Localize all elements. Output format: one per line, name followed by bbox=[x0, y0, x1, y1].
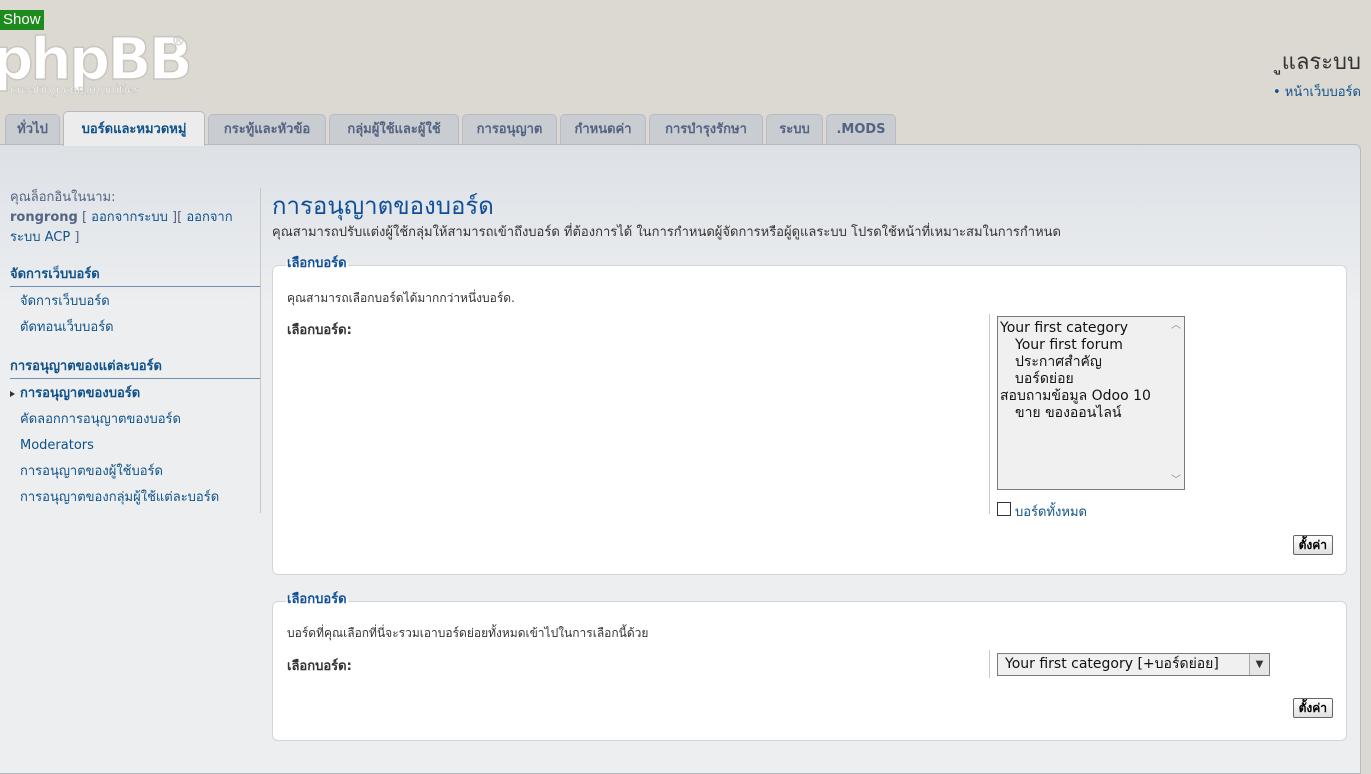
tab-permissions[interactable]: การอนุญาต bbox=[462, 114, 557, 144]
tab-maintenance[interactable]: การบำรุงรักษา bbox=[649, 114, 763, 144]
select-forum-label: เลือกบอร์ด: bbox=[287, 323, 352, 338]
menu-section-forum-permissions: การอนุญาตของแต่ละบอร์ด bbox=[10, 355, 260, 379]
board-index-link[interactable]: • หน้าเว็บบอร์ด bbox=[1273, 81, 1361, 102]
fieldset-explain: คุณสามารถเลือกบอร์ดได้มากกว่าหนึ่งบอร์ด. bbox=[287, 291, 515, 305]
all-forums-checkbox[interactable] bbox=[997, 501, 1011, 516]
select-forums-fieldset: เลือกบอร์ด คุณสามารถเลือกบอร์ดได้มากกว่า… bbox=[272, 252, 1347, 575]
phpbb-logo[interactable]: phpBB creating communities ® bbox=[0, 27, 200, 99]
forum-multiselect[interactable]: Your first category Your first forum ประ… bbox=[997, 316, 1185, 490]
menu-item-user-forum-permissions[interactable]: การอนุญาตของผู้ใช้บอร์ด bbox=[10, 459, 260, 485]
listbox-scrollbar[interactable]: ︿ ﹀ bbox=[1167, 317, 1184, 489]
forum-select-value: Your first category [+บอร์ดย่อย] bbox=[1005, 656, 1219, 672]
chevron-down-icon[interactable]: ▼ bbox=[1249, 654, 1269, 675]
header: ูแลระบบ • หน้าเว็บบอร์ด bbox=[1273, 44, 1361, 102]
forum-option[interactable]: ประกาศสำคัญ bbox=[998, 354, 1184, 371]
username: rongrong bbox=[10, 210, 78, 225]
menu-item-copy-forum-permissions[interactable]: คัดลอกการอนุญาตของบอร์ด bbox=[10, 407, 260, 433]
select-forum-subforums-fieldset: เลือกบอร์ด บอร์ดที่คุณเลือกที่นี่จะรวมเอ… bbox=[272, 588, 1347, 741]
select-forum-label: เลือกบอร์ด: bbox=[287, 659, 352, 674]
page-title: การอนุญาตของบอร์ด bbox=[272, 192, 494, 220]
tab-mods[interactable]: .MODS bbox=[826, 114, 896, 144]
forum-select[interactable]: Your first category [+บอร์ดย่อย] ▼ bbox=[997, 653, 1270, 676]
forum-option[interactable]: Your first forum bbox=[998, 337, 1184, 354]
sidebar-divider bbox=[260, 188, 261, 513]
logo-registered: ® bbox=[172, 34, 185, 49]
all-forums-label[interactable]: บอร์ดทั้งหมด bbox=[1015, 505, 1087, 520]
acp-title: ูแลระบบ bbox=[1281, 50, 1361, 75]
field-divider bbox=[989, 314, 990, 514]
field-divider bbox=[989, 650, 990, 678]
scroll-up-icon[interactable]: ︿ bbox=[1171, 321, 1181, 331]
menu-item-prune-forums[interactable]: ตัดทอนเว็บบอร์ด bbox=[10, 315, 260, 341]
all-forums-row: บอร์ดทั้งหมด bbox=[997, 498, 1087, 520]
menu-item-group-forum-permissions[interactable]: การอนุญาตของกลุ่มผู้ใช้แต่ละบอร์ด bbox=[10, 485, 260, 511]
forum-option[interactable]: ขาย ของออนไลน์ bbox=[998, 405, 1184, 422]
menu-item-manage-forums[interactable]: จัดการเว็บบอร์ด bbox=[10, 289, 260, 315]
tab-settings[interactable]: กำหนดค่า bbox=[560, 114, 646, 144]
page-description: คุณสามารถปรับแต่งผู้ใช้กลุ่มให้สามารถเข้… bbox=[272, 225, 1061, 240]
scroll-down-icon[interactable]: ﹀ bbox=[1171, 476, 1181, 486]
submit-button[interactable]: ตั้งค่า bbox=[1292, 535, 1333, 555]
tab-forums[interactable]: บอร์ดและหมวดหมู่ bbox=[63, 111, 205, 146]
submit-button[interactable]: ตั้งค่า bbox=[1292, 698, 1333, 718]
fieldset-legend: เลือกบอร์ด bbox=[286, 252, 348, 273]
tab-general[interactable]: ทั่วไป bbox=[5, 114, 60, 144]
login-info: คุณล็อกอินในนาม: rongrong [ ออกจากระบบ ]… bbox=[10, 188, 260, 248]
fieldset-legend: เลือกบอร์ด bbox=[286, 588, 348, 609]
logged-in-label: คุณล็อกอินในนาม: bbox=[10, 190, 116, 205]
fieldset-explain: บอร์ดที่คุณเลือกที่นี่จะรวมเอาบอร์ดย่อยท… bbox=[287, 626, 649, 640]
menu-section-manage-forums: จัดการเว็บบอร์ด bbox=[10, 263, 260, 287]
logo-tagline: creating communities bbox=[10, 83, 141, 97]
logout-link[interactable]: ออกจากระบบ bbox=[91, 210, 168, 225]
forum-option[interactable]: สอบถามข้อมูล Odoo 10 bbox=[998, 388, 1184, 405]
forum-option[interactable]: บอร์ดย่อย bbox=[998, 371, 1184, 388]
tab-posting[interactable]: กระทู้และหัวข้อ bbox=[208, 114, 326, 144]
sidebar: คุณล็อกอินในนาม: rongrong [ ออกจากระบบ ]… bbox=[10, 188, 260, 511]
menu-item-forum-permissions[interactable]: การอนุญาตของบอร์ด bbox=[10, 381, 260, 407]
tab-system[interactable]: ระบบ bbox=[766, 114, 823, 144]
menu-item-moderators[interactable]: Moderators bbox=[10, 433, 260, 459]
forum-option[interactable]: Your first category bbox=[998, 320, 1184, 337]
tab-users-groups[interactable]: กลุ่มผู้ใช้และผู้ใช้ bbox=[329, 114, 459, 144]
